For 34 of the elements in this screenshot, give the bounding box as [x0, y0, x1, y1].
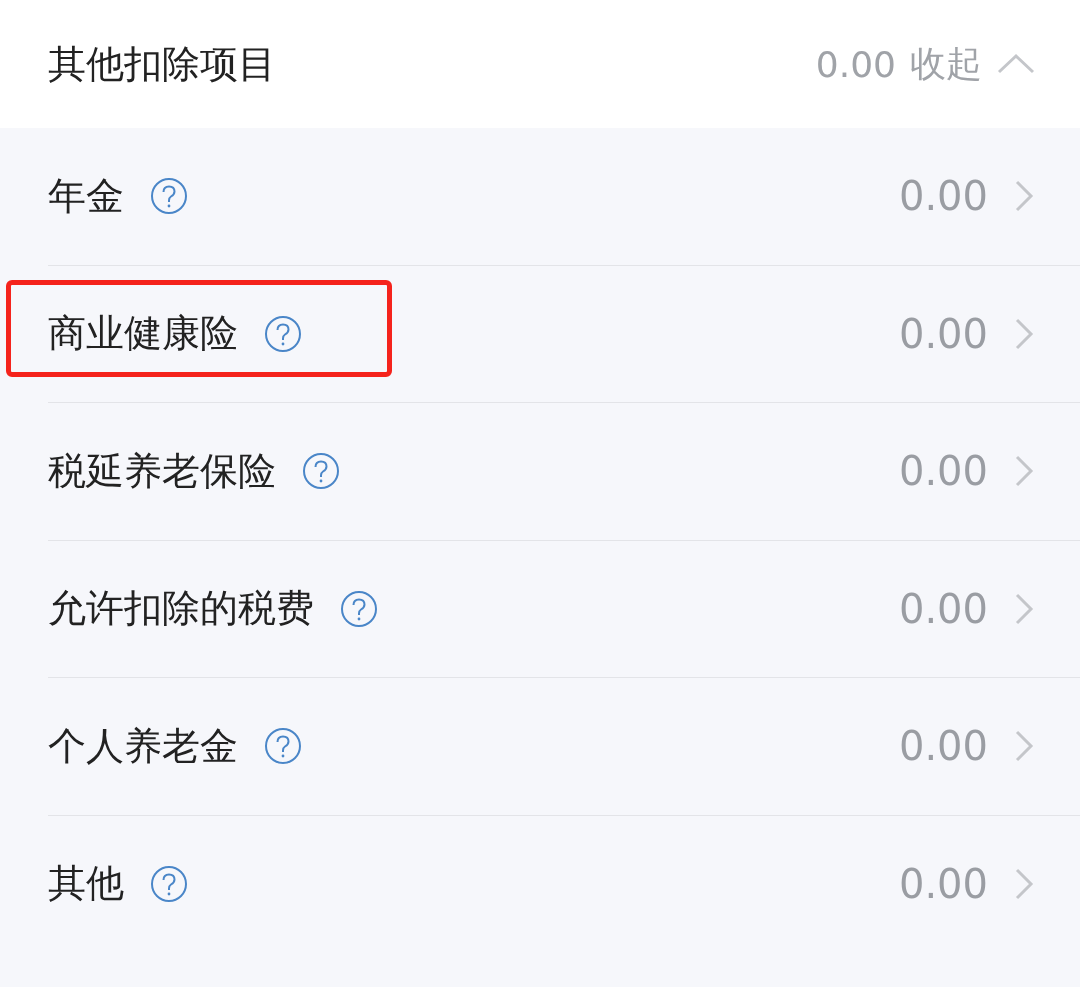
item-label: 个人养老金 — [48, 722, 238, 770]
list-item[interactable]: 年金 0.00 — [48, 128, 1080, 266]
item-amount: 0.00 — [898, 448, 988, 495]
chevron-right-icon — [1014, 866, 1034, 901]
item-amount: 0.00 — [898, 723, 988, 770]
help-icon — [264, 727, 302, 766]
help-icon — [150, 177, 188, 216]
chevron-right-icon — [1014, 729, 1034, 764]
item-label: 其他 — [48, 860, 124, 908]
collapse-label: 收起 — [910, 41, 982, 86]
help-icon — [302, 452, 340, 491]
item-label: 商业健康险 — [48, 310, 238, 358]
help-icon — [264, 314, 302, 353]
help-icon — [340, 589, 378, 628]
chevron-right-icon — [1014, 316, 1034, 351]
help-icon — [150, 864, 188, 903]
chevron-right-icon — [1014, 179, 1034, 214]
item-label: 年金 — [48, 172, 124, 220]
list-item[interactable]: 其他 0.00 — [48, 815, 1080, 952]
item-label: 税延养老保险 — [48, 447, 276, 495]
section-title: 其他扣除项目 — [48, 40, 276, 88]
list-item[interactable]: 税延养老保险 0.00 — [48, 403, 1080, 541]
section-header[interactable]: 其他扣除项目 0.00 收起 — [0, 0, 1080, 128]
chevron-right-icon — [1014, 591, 1034, 626]
list-item[interactable]: 个人养老金 0.00 — [48, 678, 1080, 816]
item-label: 允许扣除的税费 — [48, 585, 314, 633]
chevron-right-icon — [1014, 454, 1034, 489]
item-amount: 0.00 — [898, 585, 988, 632]
item-amount: 0.00 — [898, 173, 988, 220]
list-item[interactable]: 允许扣除的税费 0.00 — [48, 540, 1080, 678]
total-amount: 0.00 — [815, 43, 896, 85]
item-amount: 0.00 — [898, 860, 988, 907]
list-item[interactable]: 商业健康险 0.00 — [48, 265, 1080, 403]
item-amount: 0.00 — [898, 310, 988, 357]
